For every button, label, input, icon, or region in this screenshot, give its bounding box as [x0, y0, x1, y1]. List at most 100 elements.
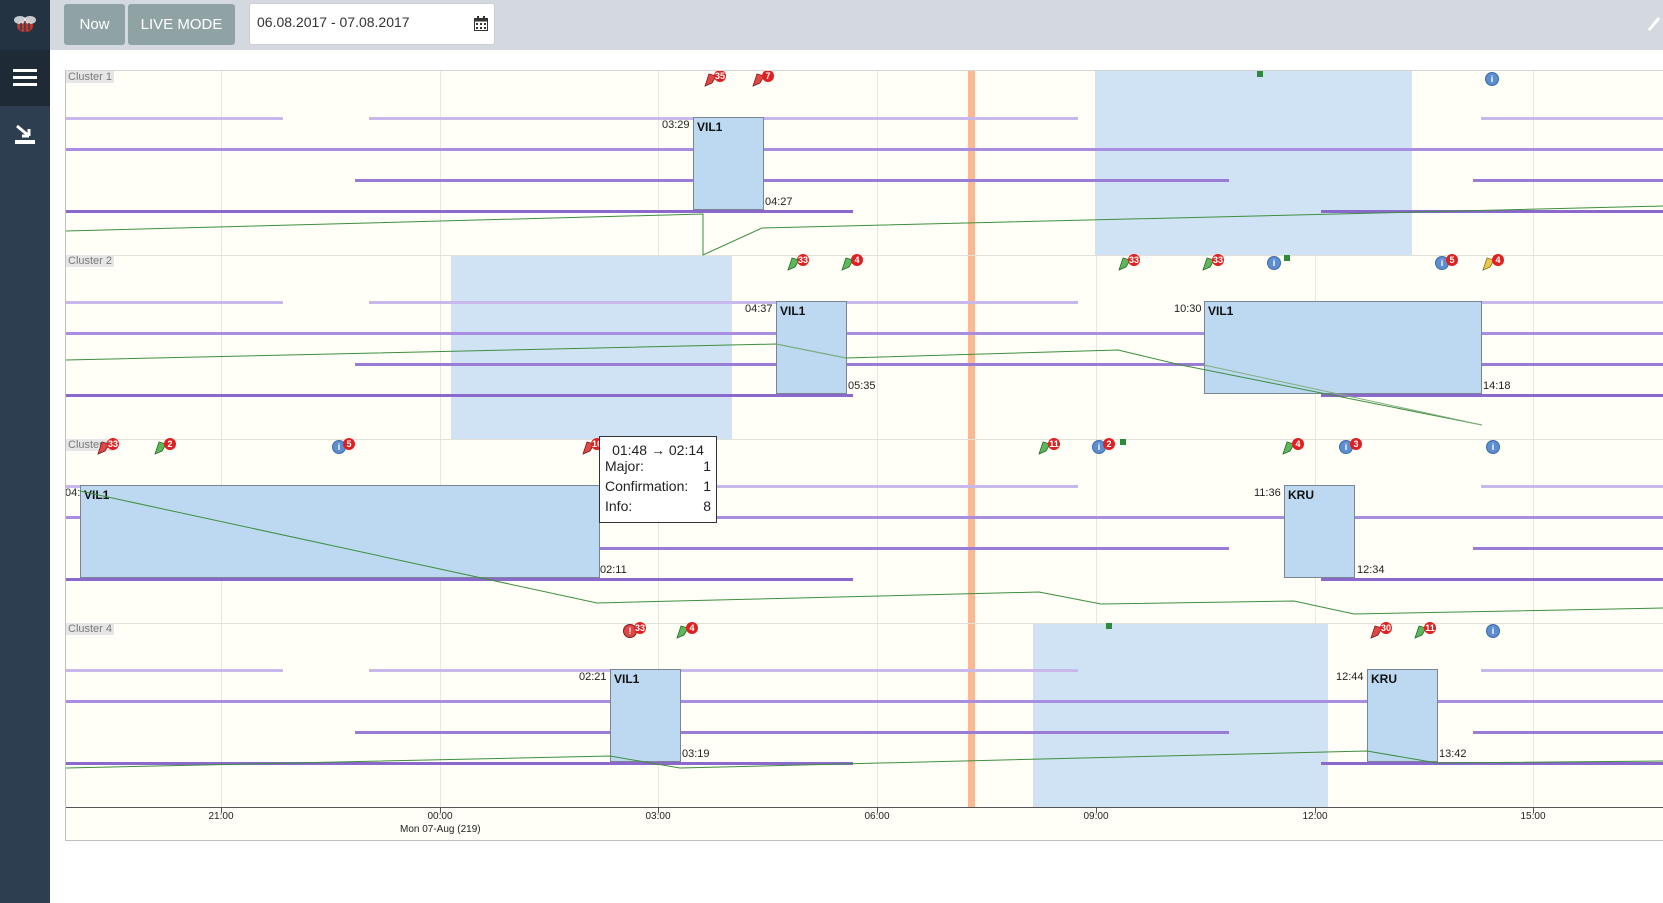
- task-name: VIL1: [697, 120, 723, 134]
- axis-tick-label: 12:00: [1302, 811, 1328, 822]
- task-start: 12:44: [1336, 671, 1364, 683]
- schedule-line: [1473, 547, 1663, 550]
- alarm-count-badge: 2: [164, 438, 176, 450]
- schedule-line: [66, 394, 853, 397]
- calendar-icon[interactable]: [474, 16, 488, 31]
- info-icon[interactable]: i: [1485, 72, 1499, 86]
- tooltip-row-value: 8: [703, 498, 711, 514]
- pencil-icon[interactable]: [1647, 16, 1661, 32]
- task-end: 05:35: [848, 380, 876, 392]
- import-button[interactable]: [0, 106, 50, 162]
- schedule-line: [1481, 301, 1663, 304]
- task-name: VIL1: [1208, 304, 1234, 318]
- alarm-count-badge: 33: [107, 438, 119, 450]
- schedule-line: [1481, 117, 1663, 120]
- task-box[interactable]: VIL1: [1204, 301, 1482, 394]
- status-square: [1257, 71, 1263, 77]
- task-start: 10:30: [1174, 303, 1202, 315]
- schedule-line: [1473, 731, 1663, 734]
- schedule-line: [1473, 363, 1663, 366]
- task-start: 02:21: [579, 671, 607, 683]
- task-end: 04:27: [765, 196, 793, 208]
- schedule-line: [1481, 669, 1663, 672]
- info-icon[interactable]: i: [1486, 440, 1500, 454]
- background-band: [1033, 623, 1328, 807]
- tooltip-row: Confirmation: 1: [600, 478, 716, 498]
- task-end: 14:18: [1483, 380, 1511, 392]
- status-square: [1120, 439, 1126, 445]
- schedule-line: [355, 731, 1229, 734]
- task-name: VIL1: [780, 304, 806, 318]
- tooltip-row-value: 1: [703, 478, 711, 494]
- schedule-line: [369, 669, 1078, 672]
- axis-date-label: Mon 07-Aug (219): [400, 824, 481, 835]
- task-box[interactable]: VIL1: [610, 669, 681, 762]
- axis-tick-label: 15:00: [1520, 811, 1546, 822]
- alarm-count-badge: 11: [1048, 438, 1060, 450]
- bee-logo-icon: [14, 16, 36, 32]
- schedule-line: [66, 578, 853, 581]
- task-end: 03:19: [682, 748, 710, 760]
- alarm-count-badge: 35: [714, 71, 726, 82]
- date-range-picker[interactable]: [249, 3, 495, 45]
- alarm-count-badge: 4: [686, 622, 698, 634]
- import-arrow-icon: [15, 124, 35, 144]
- schedule-line: [66, 148, 1663, 151]
- task-name: VIL1: [614, 672, 640, 686]
- app-logo[interactable]: [0, 0, 50, 50]
- alarm-count-badge: 5: [343, 438, 355, 450]
- axis-tick-label: 03:00: [645, 811, 671, 822]
- now-button[interactable]: Now: [64, 4, 125, 45]
- menu-button[interactable]: [0, 50, 50, 106]
- task-start: 04:: [65, 487, 81, 499]
- task-box[interactable]: VIL1: [693, 117, 764, 210]
- alarm-count-badge: 5: [1446, 254, 1458, 266]
- tooltip-row-label: Major:: [605, 458, 644, 474]
- schedule-line: [1321, 210, 1663, 213]
- task-end: 02:11: [600, 564, 627, 576]
- schedule-line: [1473, 179, 1663, 182]
- cluster-label: Cluster 4: [66, 623, 115, 635]
- cluster-separator: [66, 439, 1663, 440]
- task-start: 04:37: [745, 303, 773, 315]
- alarm-count-badge: 33: [1212, 254, 1224, 266]
- date-range-input[interactable]: [255, 13, 469, 31]
- timeline-chart[interactable]: Cluster 1 Cluster 2 Cluster 3 Cluster 4 …: [65, 70, 1663, 841]
- status-square: [1284, 255, 1290, 261]
- schedule-line: [1321, 762, 1663, 765]
- task-box[interactable]: VIL1: [776, 301, 847, 394]
- cluster-label: Cluster 2: [66, 255, 115, 267]
- schedule-line: [66, 117, 283, 120]
- task-box[interactable]: KRU: [1284, 485, 1355, 578]
- task-start: 11:36: [1254, 487, 1281, 499]
- alarm-count-badge: 7: [762, 71, 774, 82]
- alarm-count-badge: 4: [851, 254, 863, 266]
- alarm-count-badge: 11: [1424, 622, 1436, 634]
- tooltip-title: 01:48 → 02:14: [612, 442, 704, 458]
- task-start: 03:29: [662, 119, 690, 131]
- alarm-count-badge: 2: [1103, 438, 1115, 450]
- alarm-count-badge: 30: [1380, 622, 1392, 634]
- sidebar: [0, 0, 50, 903]
- task-name: KRU: [1371, 672, 1397, 686]
- axis-tick-label: 06:00: [864, 811, 890, 822]
- info-icon[interactable]: i: [1267, 256, 1281, 270]
- alarm-count-badge: 33: [634, 622, 646, 634]
- task-box[interactable]: VIL1: [80, 485, 600, 578]
- axis-tick-label: 21:00: [208, 811, 234, 822]
- info-icon[interactable]: i: [1486, 624, 1500, 638]
- tooltip-row-label: Info:: [605, 498, 633, 514]
- task-box[interactable]: KRU: [1367, 669, 1438, 762]
- tooltip-row-label: Confirmation:: [605, 478, 689, 494]
- status-square: [1106, 623, 1112, 629]
- task-end: 13:42: [1439, 748, 1467, 760]
- alarm-count-badge: 4: [1292, 438, 1304, 450]
- alarm-count-badge: 4: [1492, 254, 1504, 266]
- alarm-count-badge: 33: [1128, 254, 1140, 266]
- task-name: KRU: [1288, 488, 1314, 502]
- live-mode-button[interactable]: LIVE MODE: [128, 4, 235, 45]
- schedule-line: [66, 762, 853, 765]
- axis-tick-label: 09:00: [1083, 811, 1109, 822]
- background-band: [1095, 71, 1412, 255]
- toolbar: Now LIVE MODE: [50, 0, 1663, 50]
